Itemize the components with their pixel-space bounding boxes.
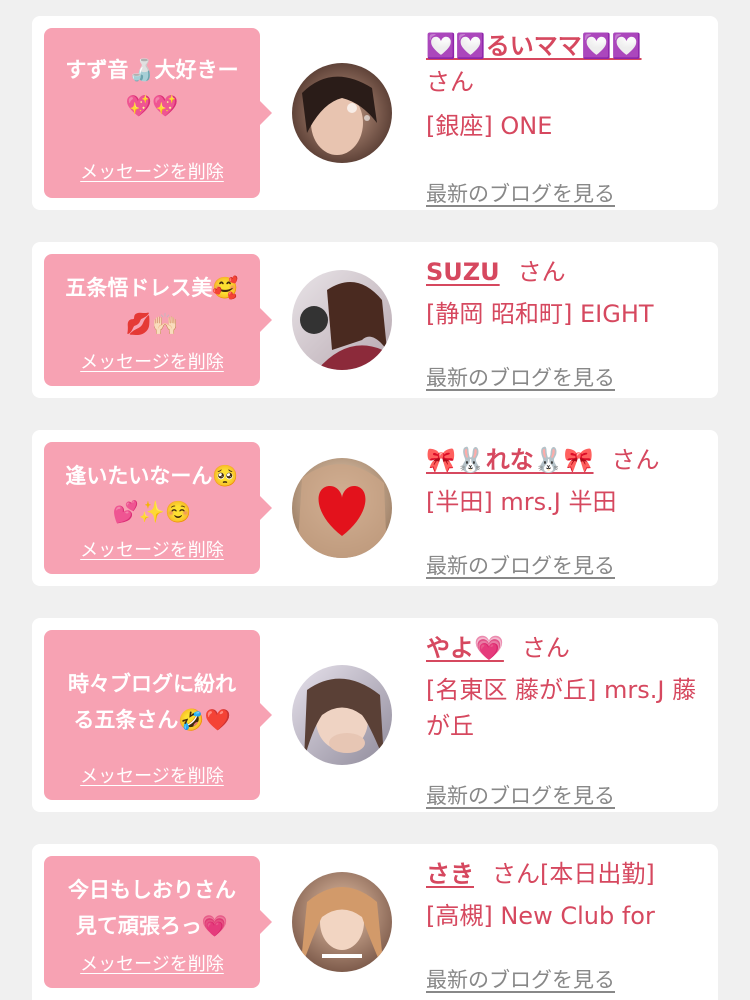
message-bubble: 五条悟ドレス美🥰 💋🙌🏻 メッセージを削除 xyxy=(44,254,272,386)
shop-label: [銀座] ONE xyxy=(426,112,553,140)
sender-name-link[interactable]: さき xyxy=(426,860,474,888)
sender-info: SUZU さん [静岡 昭和町] EIGHT 最新のブログを見る xyxy=(426,254,706,390)
shop-label: [半田] mrs.J 半田 xyxy=(426,488,617,516)
sender-info: 💟💟るいママ💟💟 さん [銀座] ONE 最新のブログを見る xyxy=(426,28,706,206)
message-bubble: 時々ブログに紛れ る五条さん🤣❤️ メッセージを削除 xyxy=(44,630,272,800)
message-bubble: 逢いたいなーん🥺 💕✨☺️ メッセージを削除 xyxy=(44,442,272,574)
sender-name-line: SUZU さん xyxy=(426,254,706,290)
sender-info: やよ💗 さん [名東区 藤が丘] mrs.J 藤が丘 最新のブログを見る xyxy=(426,630,706,808)
sender-name-line: 💟💟るいママ💟💟 xyxy=(426,28,706,64)
latest-blog-link[interactable]: 最新のブログを見る xyxy=(426,780,615,810)
latest-blog-link[interactable]: 最新のブログを見る xyxy=(426,964,615,994)
shop-label: [名東区 藤が丘] mrs.J 藤が丘 xyxy=(426,676,697,740)
sender-name-line: やよ💗 さん xyxy=(426,630,706,666)
message-card: 逢いたいなーん🥺 💕✨☺️ メッセージを削除 🎀🐰れな🐰🎀 さん [半田] mrs… xyxy=(32,430,718,586)
avatar[interactable] xyxy=(292,270,392,370)
message-bubble: 今日もしおりさん 見て頑張ろっ💗 メッセージを削除 xyxy=(44,856,272,988)
sender-name-line: さき さん[本日出勤] xyxy=(426,856,706,892)
latest-blog-link[interactable]: 最新のブログを見る xyxy=(426,178,615,208)
delete-message-link[interactable]: メッセージを削除 xyxy=(44,536,260,562)
sender-name-line: 🎀🐰れな🐰🎀 さん xyxy=(426,442,706,478)
avatar[interactable] xyxy=(292,458,392,558)
delete-message-link[interactable]: メッセージを削除 xyxy=(44,158,260,184)
shop-label: [高槻] New Club for xyxy=(426,902,655,930)
message-card: 時々ブログに紛れ る五条さん🤣❤️ メッセージを削除 やよ💗 さん [名東区 藤が… xyxy=(32,618,718,812)
avatar[interactable] xyxy=(292,665,392,765)
san-label: さん xyxy=(517,258,566,286)
message-bubble: すず音🍶大好きー 💖💖 メッセージを削除 xyxy=(44,28,272,198)
message-text: 今日もしおりさん 見て頑張ろっ💗 xyxy=(68,878,236,938)
san-label: さん[本日出勤] xyxy=(492,860,655,888)
message-text: 逢いたいなーん🥺 💕✨☺️ xyxy=(65,464,239,524)
delete-message-link[interactable]: メッセージを削除 xyxy=(44,762,260,788)
message-card: 五条悟ドレス美🥰 💋🙌🏻 メッセージを削除 SUZU さん [静岡 昭和町] EI… xyxy=(32,242,718,398)
message-text: すず音🍶大好きー 💖💖 xyxy=(65,58,239,118)
sender-name-link[interactable]: 💟💟るいママ💟💟 xyxy=(426,32,642,60)
sender-name-link[interactable]: 🎀🐰れな🐰🎀 xyxy=(426,446,594,474)
message-text: 時々ブログに紛れ る五条さん🤣❤️ xyxy=(68,672,236,732)
message-card: すず音🍶大好きー 💖💖 メッセージを削除 💟💟るいママ💟💟 さん [銀座] ON… xyxy=(32,16,718,210)
san-label: さん xyxy=(521,634,570,662)
sender-info: さき さん[本日出勤] [高槻] New Club for 最新のブログを見る xyxy=(426,856,706,992)
avatar[interactable] xyxy=(292,872,392,972)
sender-name-link[interactable]: SUZU xyxy=(426,258,500,286)
latest-blog-link[interactable]: 最新のブログを見る xyxy=(426,362,615,392)
avatar[interactable] xyxy=(292,63,392,163)
san-label: さん xyxy=(611,446,660,474)
delete-message-link[interactable]: メッセージを削除 xyxy=(44,950,260,976)
latest-blog-link[interactable]: 最新のブログを見る xyxy=(426,550,615,580)
sender-name-link[interactable]: やよ💗 xyxy=(426,634,504,662)
delete-message-link[interactable]: メッセージを削除 xyxy=(44,348,260,374)
message-card: 今日もしおりさん 見て頑張ろっ💗 メッセージを削除 さき さん[本日出勤] [高槻… xyxy=(32,844,718,1000)
san-label: さん xyxy=(426,68,474,96)
message-text: 五条悟ドレス美🥰 💋🙌🏻 xyxy=(65,276,239,336)
sender-info: 🎀🐰れな🐰🎀 さん [半田] mrs.J 半田 最新のブログを見る xyxy=(426,442,706,578)
shop-label: [静岡 昭和町] EIGHT xyxy=(426,300,654,328)
